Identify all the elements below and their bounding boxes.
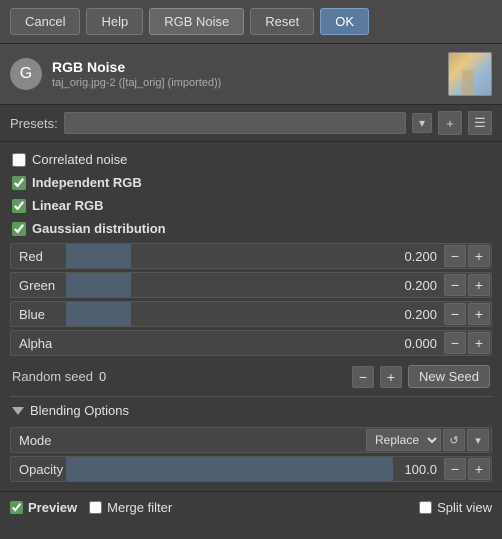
blending-options-header[interactable]: Blending Options [10, 396, 492, 424]
presets-menu-button[interactable]: ☰ [468, 111, 492, 135]
presets-dropdown-arrow[interactable]: ▾ [412, 113, 432, 133]
seed-minus-button[interactable]: − [352, 366, 374, 388]
merge-filter-label: Merge filter [107, 500, 172, 515]
gaussian-distribution-label: Gaussian distribution [32, 221, 166, 236]
help-button[interactable]: Help [86, 8, 143, 35]
opacity-fill [66, 457, 393, 481]
presets-add-button[interactable]: + [438, 111, 462, 135]
opacity-slider-row: Opacity 100.0 − + [10, 456, 492, 482]
toolbar: Cancel Help RGB Noise Reset OK [0, 0, 502, 44]
split-view-row[interactable]: Split view [419, 500, 492, 515]
blue-fill [66, 302, 131, 326]
gaussian-distribution-row[interactable]: Gaussian distribution [10, 217, 492, 240]
green-minus-button[interactable]: − [444, 274, 466, 296]
green-track[interactable] [66, 273, 393, 297]
seed-label: Random seed [12, 369, 93, 384]
merge-filter-checkbox[interactable] [89, 501, 102, 514]
seed-value: 0 [99, 369, 346, 384]
blending-expand-icon [12, 407, 24, 415]
thumbnail-preview [448, 52, 492, 96]
linear-rgb-label: Linear RGB [32, 198, 104, 213]
filter-header: G RGB Noise taj_orig.jpg-2 ([taj_orig] (… [0, 44, 502, 105]
ok-button[interactable]: OK [320, 8, 369, 35]
opacity-label: Opacity [11, 462, 66, 477]
independent-rgb-row[interactable]: Independent RGB [10, 171, 492, 194]
opacity-plus-button[interactable]: + [468, 458, 490, 480]
blue-track[interactable] [66, 302, 393, 326]
slider-row-alpha: Alpha 0.000−+ [10, 330, 492, 356]
independent-rgb-label: Independent RGB [32, 175, 142, 190]
blue-minus-button[interactable]: − [444, 303, 466, 325]
green-value: 0.200 [393, 278, 443, 293]
filter-title: RGB Noise [52, 59, 448, 75]
red-label: Red [11, 249, 66, 264]
correlated-noise-label: Correlated noise [32, 152, 127, 167]
sliders-container: Red0.200−+Green0.200−+Blue0.200−+Alpha0.… [10, 243, 492, 356]
presets-select[interactable] [64, 112, 406, 134]
alpha-track[interactable] [66, 331, 393, 355]
bottom-row: Preview Merge filter Split view [0, 491, 502, 523]
independent-rgb-checkbox[interactable] [12, 176, 26, 190]
opacity-minus-button[interactable]: − [444, 458, 466, 480]
blue-label: Blue [11, 307, 66, 322]
correlated-noise-checkbox[interactable] [12, 153, 26, 167]
red-track[interactable] [66, 244, 393, 268]
alpha-value: 0.000 [393, 336, 443, 351]
blue-plus-button[interactable]: + [468, 303, 490, 325]
correlated-noise-row[interactable]: Correlated noise [10, 148, 492, 171]
mode-label: Mode [11, 433, 366, 448]
mode-menu-icon[interactable]: ▾ [467, 429, 489, 451]
linear-rgb-row[interactable]: Linear RGB [10, 194, 492, 217]
new-seed-button[interactable]: New Seed [408, 365, 490, 388]
blue-value: 0.200 [393, 307, 443, 322]
seed-row: Random seed 0 − + New Seed [10, 359, 492, 394]
blending-options-title: Blending Options [30, 403, 129, 418]
filter-title-block: RGB Noise taj_orig.jpg-2 ([taj_orig] (im… [52, 59, 448, 89]
split-view-label: Split view [437, 500, 492, 515]
preview-checkbox[interactable] [10, 501, 23, 514]
mode-icons: ↺ ▾ [443, 429, 489, 451]
green-label: Green [11, 278, 66, 293]
slider-row-red: Red 0.200−+ [10, 243, 492, 269]
alpha-label: Alpha [11, 336, 66, 351]
gaussian-distribution-checkbox[interactable] [12, 222, 26, 236]
green-fill [66, 273, 131, 297]
linear-rgb-checkbox[interactable] [12, 199, 26, 213]
merge-filter-row[interactable]: Merge filter [89, 500, 172, 515]
slider-row-blue: Blue 0.200−+ [10, 301, 492, 327]
green-plus-button[interactable]: + [468, 274, 490, 296]
filter-content: Correlated noise Independent RGB Linear … [0, 142, 502, 491]
opacity-track[interactable] [66, 457, 393, 481]
reset-button[interactable]: Reset [250, 8, 314, 35]
mode-select[interactable]: Replace [366, 429, 441, 451]
presets-row: Presets: ▾ + ☰ [0, 105, 502, 142]
split-view-checkbox[interactable] [419, 501, 432, 514]
slider-row-green: Green 0.200−+ [10, 272, 492, 298]
mode-row: Mode Replace ↺ ▾ [10, 427, 492, 453]
seed-plus-button[interactable]: + [380, 366, 402, 388]
rgb-noise-button[interactable]: RGB Noise [149, 8, 244, 35]
filter-subtitle: taj_orig.jpg-2 ([taj_orig] (imported)) [52, 77, 448, 89]
cancel-button[interactable]: Cancel [10, 8, 80, 35]
alpha-minus-button[interactable]: − [444, 332, 466, 354]
red-minus-button[interactable]: − [444, 245, 466, 267]
filter-icon: G [10, 58, 42, 90]
red-fill [66, 244, 131, 268]
mode-reset-icon[interactable]: ↺ [443, 429, 465, 451]
preview-label: Preview [28, 500, 77, 515]
preview-check-row[interactable]: Preview [10, 500, 77, 515]
alpha-plus-button[interactable]: + [468, 332, 490, 354]
red-value: 0.200 [393, 249, 443, 264]
presets-label: Presets: [10, 116, 58, 131]
opacity-value: 100.0 [393, 462, 443, 477]
red-plus-button[interactable]: + [468, 245, 490, 267]
